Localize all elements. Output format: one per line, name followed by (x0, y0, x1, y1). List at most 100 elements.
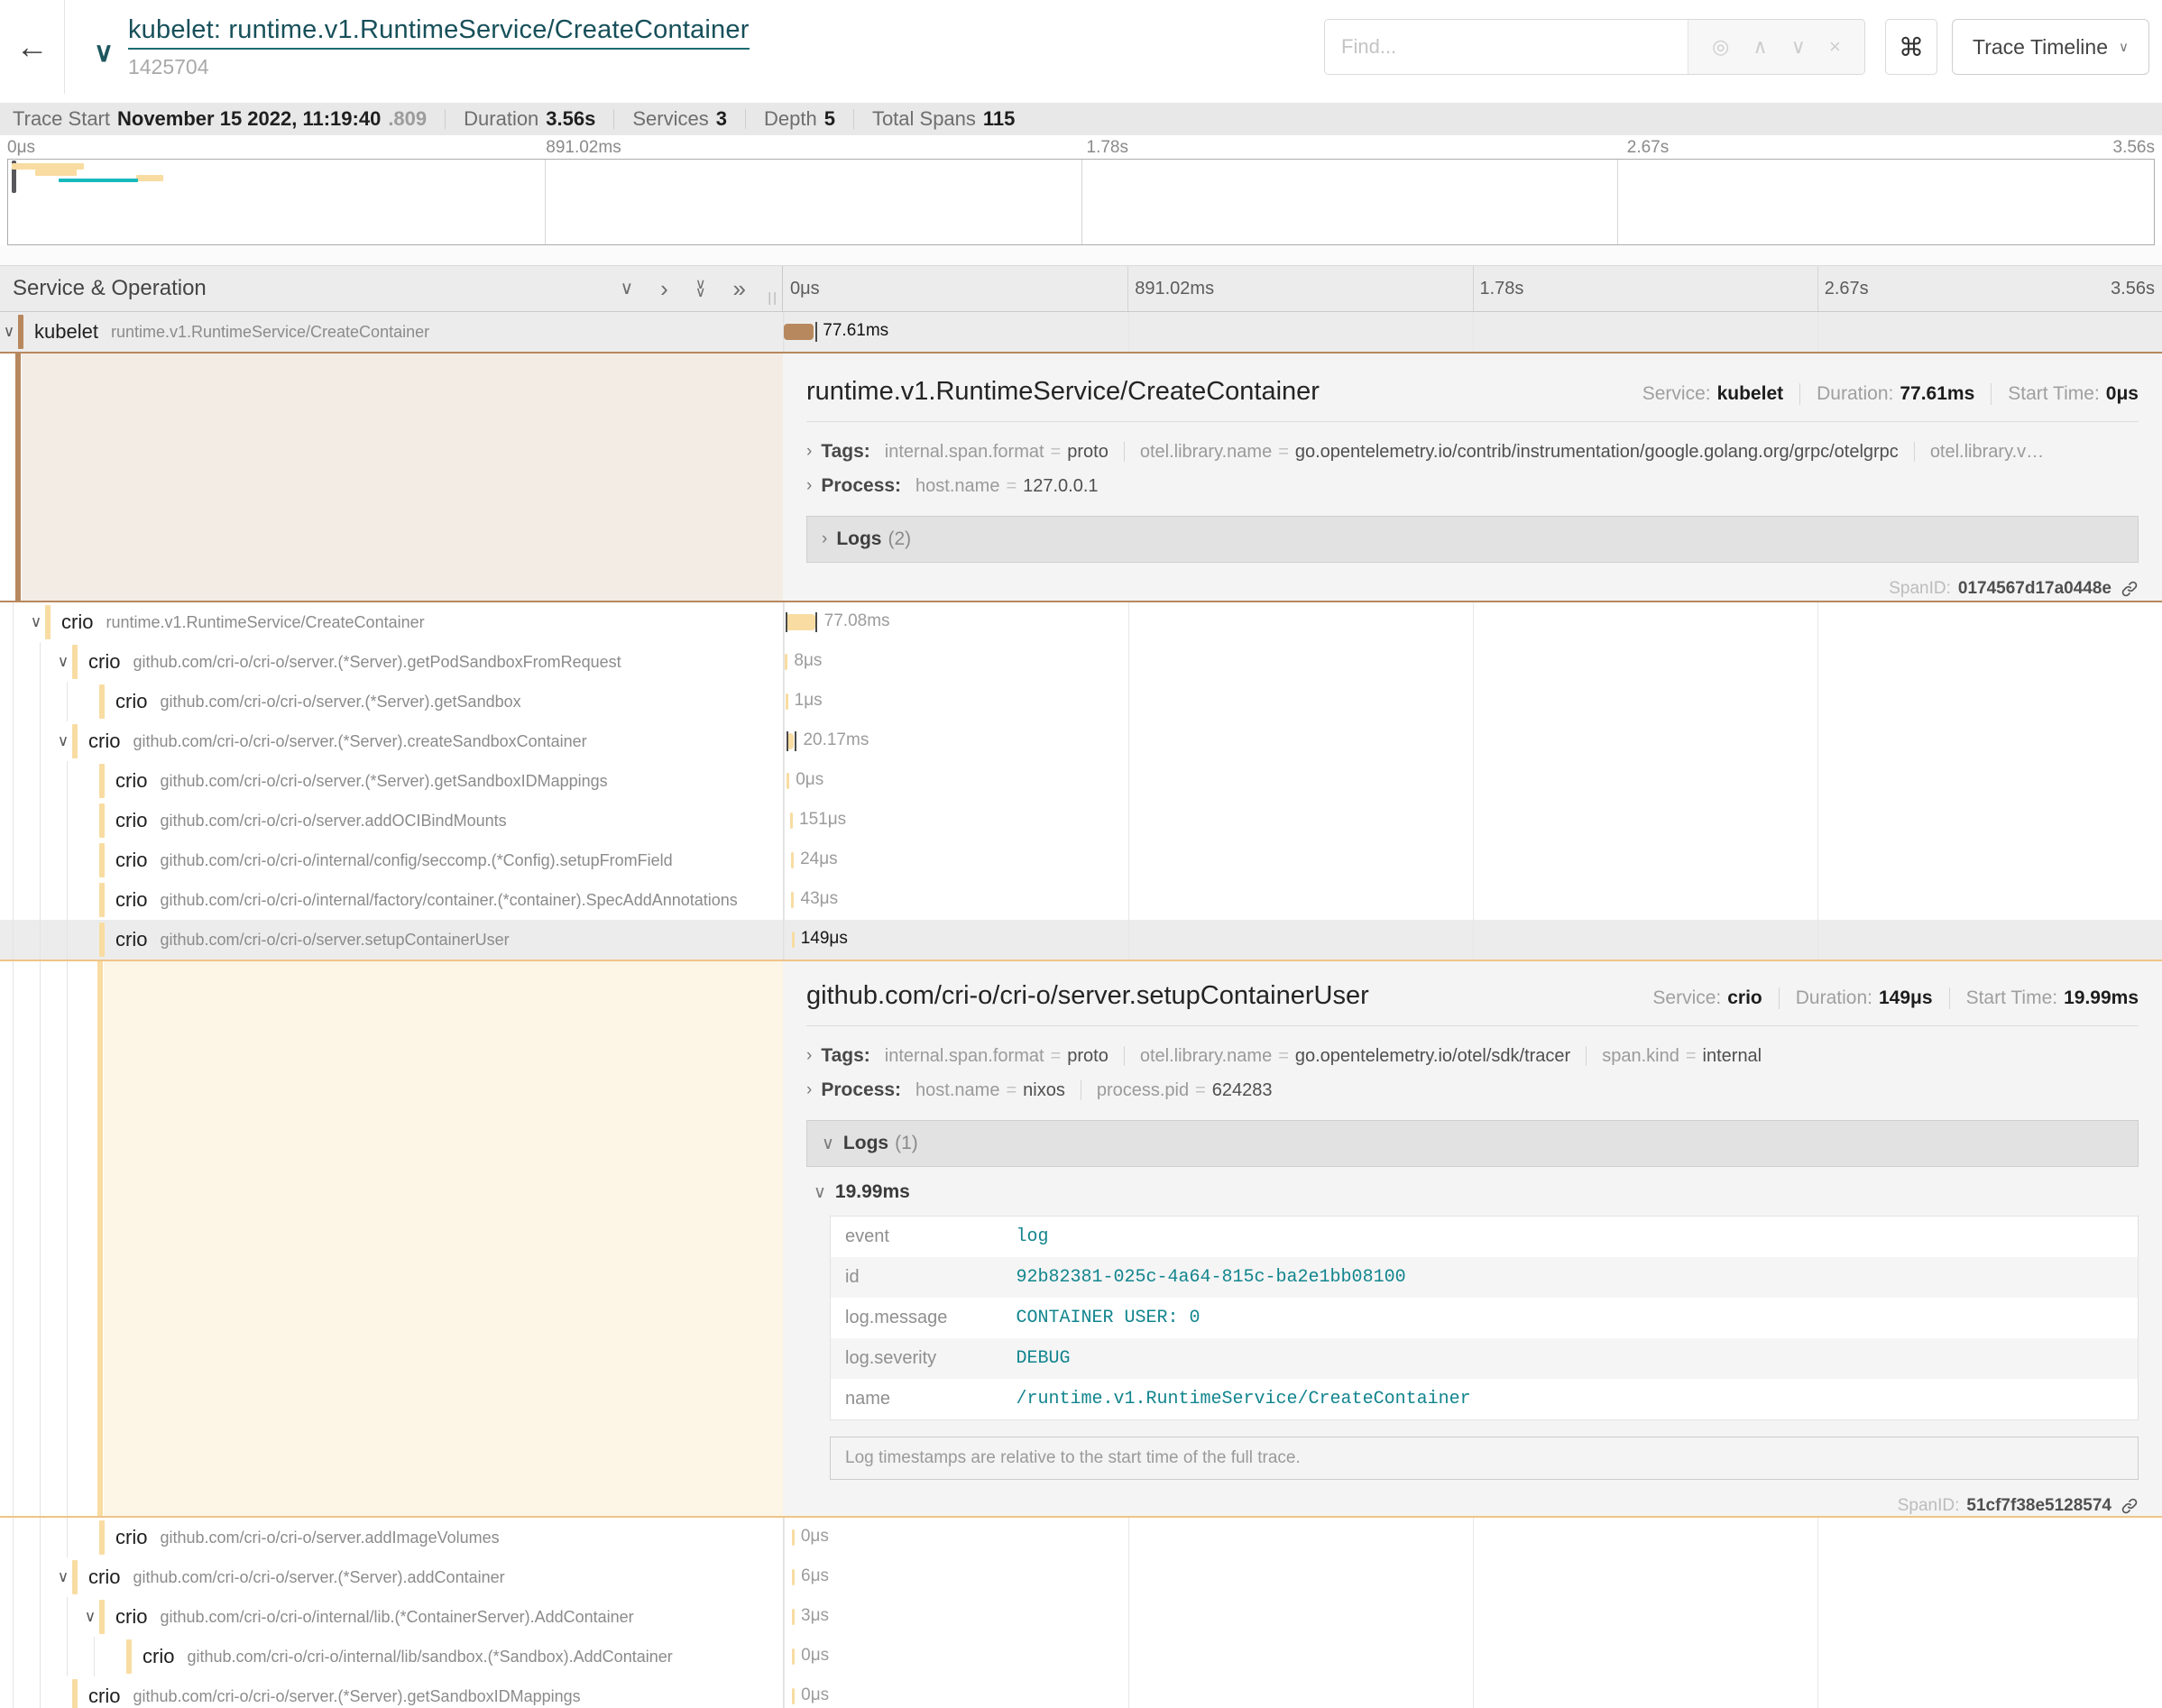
tags-label: Tags: (821, 1045, 869, 1067)
chevron-down-icon[interactable]: ∨ (54, 653, 72, 671)
back-button[interactable]: ← (0, 0, 65, 94)
expand-one-chevron-right-icon[interactable]: › (660, 277, 668, 300)
span-row-addcontainer[interactable]: ∨criogithub.com/cri-o/cri-o/server.(*Ser… (0, 1557, 2162, 1597)
tags-accordion[interactable]: › Tags: internal.span.format=proto otel.… (806, 1039, 2139, 1073)
span-row-getsandboxidmappings-2[interactable]: ∨criogithub.com/cri-o/cri-o/server.(*Ser… (0, 1676, 2162, 1708)
span-row-setupfromfield[interactable]: ∨criogithub.com/cri-o/cri-o/internal/con… (0, 840, 2162, 880)
span-duration-bar[interactable] (791, 852, 794, 868)
span-row-getsandbox[interactable]: ∨criogithub.com/cri-o/cri-o/server.(*Ser… (0, 682, 2162, 721)
logs-accordion[interactable]: › Logs (2) (806, 516, 2139, 563)
view-selector-dropdown[interactable]: Trace Timeline ∨ (1952, 19, 2149, 75)
detail-span-title: runtime.v1.RuntimeService/CreateContaine… (806, 377, 1320, 407)
find-input[interactable] (1325, 20, 1688, 74)
span-operation: github.com/cri-o/cri-o/server.(*Server).… (133, 732, 586, 751)
child-span-marker (787, 731, 788, 751)
span-row-addocibindmounts[interactable]: ∨criogithub.com/cri-o/cri-o/server.addOC… (0, 801, 2162, 840)
span-duration-label: 0μs (801, 1646, 829, 1666)
log-field-key: log.severity (831, 1338, 1002, 1379)
span-service: crio (115, 1526, 147, 1549)
copy-link-icon[interactable] (2121, 580, 2139, 598)
duration-value: 77.61ms (1900, 383, 1974, 405)
span-duration-bar[interactable] (786, 614, 815, 630)
span-duration-label: 0μs (801, 1527, 829, 1547)
span-row-getpodsandboxfromrequest[interactable]: ∨criogithub.com/cri-o/cri-o/server.(*Ser… (0, 642, 2162, 682)
trace-title-link[interactable]: kubelet: runtime.v1.RuntimeService/Creat… (128, 15, 750, 50)
locate-target-icon[interactable]: ◎ (1712, 35, 1729, 59)
log-field-value: DEBUG (1002, 1338, 2139, 1379)
span-duration-bar[interactable] (792, 1569, 795, 1585)
span-duration-label: 3μs (801, 1606, 829, 1626)
depth-label: Depth (764, 107, 817, 131)
clear-find-icon[interactable]: × (1829, 35, 1841, 59)
span-duration-label: 151μs (799, 810, 846, 830)
span-duration-bar[interactable] (787, 773, 789, 789)
span-duration-label: 1μs (795, 691, 823, 711)
span-row-specaddannotations[interactable]: ∨criogithub.com/cri-o/cri-o/internal/fac… (0, 880, 2162, 920)
log-field-value: CONTAINER USER: 0 (1002, 1298, 2139, 1338)
trace-start-value: November 15 2022, 11:19:40 (117, 107, 381, 131)
log-field-key: log.message (831, 1298, 1002, 1338)
span-duration-bar[interactable] (784, 324, 814, 340)
span-duration-bar[interactable] (792, 932, 795, 948)
span-row-sandbox-addcontainer[interactable]: ∨criogithub.com/cri-o/cri-o/internal/lib… (0, 1637, 2162, 1676)
minimap-tick: 3.56s (2113, 138, 2155, 158)
span-duration-bar[interactable] (792, 1529, 795, 1546)
chevron-down-icon[interactable]: ∨ (0, 323, 18, 341)
minimap-tick-labels: 0μs 891.02ms 1.78s 2.67s 3.56s (0, 135, 2162, 159)
chevron-down-icon[interactable]: ∨ (81, 1608, 99, 1626)
span-row-getsandboxidmappings[interactable]: ∨criogithub.com/cri-o/cri-o/server.(*Ser… (0, 761, 2162, 801)
span-color-bar (99, 1520, 105, 1555)
span-row-setupcontaineruser[interactable]: ∨criogithub.com/cri-o/cri-o/server.setup… (0, 920, 2162, 960)
service-operation-header: Service & Operation (13, 276, 207, 301)
prev-result-chevron-up-icon[interactable]: ∧ (1753, 35, 1768, 59)
span-duration-label: 43μs (801, 889, 839, 909)
keyboard-shortcuts-button[interactable]: ⌘ (1885, 19, 1937, 75)
span-duration-bar[interactable] (786, 693, 788, 710)
log-field-value: 92b82381-025c-4a64-815c-ba2e1bb08100 (1002, 1257, 2139, 1298)
span-duration-bar[interactable] (792, 1648, 795, 1665)
span-color-bar (99, 843, 105, 877)
span-color-bar (99, 684, 105, 719)
span-operation: runtime.v1.RuntimeService/CreateContaine… (106, 613, 424, 632)
next-result-chevron-down-icon[interactable]: ∨ (1791, 35, 1806, 59)
process-accordion[interactable]: › Process: host.name=127.0.0.1 (806, 469, 2139, 503)
collapse-one-chevron-down-icon[interactable]: ∨ (621, 280, 634, 298)
chevron-down-icon: ∨ (822, 1134, 834, 1154)
start-time-value: 19.99ms (2064, 987, 2139, 1009)
trace-id: 1425704 (128, 55, 750, 79)
duration-label: Duration: (1817, 383, 1893, 405)
chevron-down-icon[interactable]: ∨ (27, 613, 45, 631)
collapse-trace-chevron-down-icon[interactable]: ∨ (94, 40, 114, 67)
dropdown-caret-icon: ∨ (2119, 39, 2129, 55)
span-operation: github.com/cri-o/cri-o/server.(*Server).… (133, 1568, 504, 1587)
expand-all-double-chevron-right-icon[interactable]: » (733, 277, 746, 300)
service-value: crio (1727, 987, 1762, 1009)
process-accordion[interactable]: › Process: host.name=nixos process.pid=6… (806, 1073, 2139, 1107)
column-resize-handle[interactable]: || (768, 290, 778, 306)
collapse-all-double-chevron-down-icon[interactable]: ∨∨ (695, 280, 706, 297)
span-duration-bar[interactable] (792, 1688, 795, 1704)
span-duration-bar[interactable] (785, 654, 787, 670)
copy-link-icon[interactable] (2121, 1497, 2139, 1515)
span-duration-bar[interactable] (792, 1609, 795, 1625)
tags-accordion[interactable]: › Tags: internal.span.format=proto otel.… (806, 435, 2139, 469)
span-duration-bar[interactable] (791, 892, 794, 908)
minimap-tick: 0μs (7, 138, 35, 158)
total-spans-value: 115 (983, 107, 1016, 131)
span-row-kubelet-createcontainer[interactable]: ∨kubeletruntime.v1.RuntimeService/Create… (0, 312, 2162, 352)
chevron-down-icon[interactable]: ∨ (54, 1568, 72, 1586)
chevron-down-icon[interactable]: ∨ (54, 732, 72, 750)
span-duration-bar[interactable] (790, 813, 793, 829)
span-color-bar (99, 1600, 105, 1634)
logs-accordion-expanded[interactable]: ∨ Logs (1) (806, 1120, 2139, 1167)
log-entry-header[interactable]: ∨ 19.99ms (814, 1181, 2139, 1203)
span-operation: github.com/cri-o/cri-o/internal/lib/sand… (187, 1648, 672, 1667)
trace-minimap[interactable] (7, 159, 2155, 245)
span-row-addimagevolumes[interactable]: ∨criogithub.com/cri-o/cri-o/server.addIm… (0, 1518, 2162, 1557)
span-row-crio-createcontainer[interactable]: ∨crioruntime.v1.RuntimeService/CreateCon… (0, 602, 2162, 642)
command-icon: ⌘ (1899, 32, 1924, 62)
span-detail-left-gutter (0, 354, 783, 601)
span-row-lib-addcontainer[interactable]: ∨criogithub.com/cri-o/cri-o/internal/lib… (0, 1597, 2162, 1637)
span-row-createsandboxcontainer[interactable]: ∨criogithub.com/cri-o/cri-o/server.(*Ser… (0, 721, 2162, 761)
span-operation: github.com/cri-o/cri-o/server.addOCIBind… (160, 812, 506, 831)
